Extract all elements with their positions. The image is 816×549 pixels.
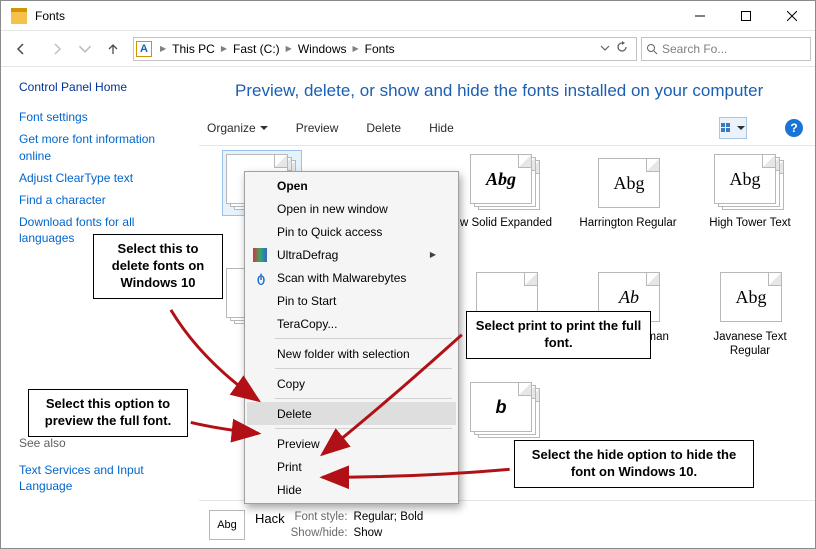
ctx-print[interactable]: Print [247, 455, 456, 478]
maximize-button[interactable] [723, 1, 769, 31]
sidebar-link-cleartype[interactable]: Adjust ClearType text [19, 170, 187, 186]
toolbar-hide[interactable]: Hide [429, 121, 454, 135]
details-style-label: Font style: [291, 511, 348, 526]
callout-hide: Select the hide option to hide the font … [514, 440, 754, 488]
ctx-hide[interactable]: Hide [247, 478, 456, 501]
sidebar-link-font-settings[interactable]: Font settings [19, 109, 187, 125]
callout-print: Select print to print the full font. [466, 311, 651, 359]
window-icon [11, 8, 27, 24]
chevron-icon[interactable]: ▶ [284, 44, 294, 53]
ctx-pin-quick[interactable]: Pin to Quick access [247, 220, 456, 243]
details-font-name: Hack [255, 511, 285, 526]
organize-menu[interactable]: Organize [207, 121, 268, 135]
window-title: Fonts [35, 9, 65, 23]
sidebar-link-text-services[interactable]: Text Services and Input Language [19, 462, 187, 494]
chevron-icon[interactable]: ▶ [351, 44, 361, 53]
chevron-down-icon [260, 124, 268, 132]
minimize-button[interactable] [677, 1, 723, 31]
up-button[interactable] [97, 35, 129, 63]
crumb-drive[interactable]: Fast (C:) [229, 42, 284, 56]
close-button[interactable] [769, 1, 815, 31]
ctx-copy[interactable]: Copy [247, 372, 456, 395]
ctx-open[interactable]: Open [247, 174, 456, 197]
title-bar: Fonts [1, 1, 815, 31]
font-item-javanese[interactable]: Abg Javanese Text Regular [695, 268, 805, 360]
sidebar-link-find-character[interactable]: Find a character [19, 192, 187, 208]
address-row: A ▶ This PC ▶ Fast (C:) ▶ Windows ▶ Font… [1, 31, 815, 67]
breadcrumb[interactable]: A ▶ This PC ▶ Fast (C:) ▶ Windows ▶ Font… [133, 37, 637, 61]
context-menu: Open Open in new window Pin to Quick acc… [244, 171, 459, 504]
ctx-new-folder-selection[interactable]: New folder with selection [247, 342, 456, 365]
crumb-fonts[interactable]: Fonts [361, 42, 399, 56]
ultradefrag-icon [253, 248, 267, 262]
ctx-delete[interactable]: Delete [247, 402, 456, 425]
details-show-value: Show [354, 527, 424, 539]
view-options-button[interactable] [719, 117, 747, 139]
font-item-harrington[interactable]: Abg Harrington Regular [573, 154, 683, 246]
search-input[interactable]: Search Fo... [641, 37, 811, 61]
details-show-label: Show/hide: [291, 527, 348, 539]
font-item[interactable]: Abg w Solid Expanded [451, 154, 561, 246]
ctx-open-new-window[interactable]: Open in new window [247, 197, 456, 220]
refresh-icon[interactable] [616, 41, 628, 56]
help-button[interactable]: ? [785, 119, 803, 137]
page-title: Preview, delete, or show and hide the fo… [199, 67, 815, 115]
crumb-thispc[interactable]: This PC [168, 42, 219, 56]
font-item[interactable]: b [451, 382, 561, 444]
font-item-hightower[interactable]: Abg High Tower Text [695, 154, 805, 246]
search-icon [646, 43, 658, 55]
recent-locations-button[interactable] [77, 35, 93, 63]
sidebar-link-more-info[interactable]: Get more font information online [19, 131, 187, 163]
callout-delete: Select this to delete fonts on Windows 1… [93, 234, 223, 299]
details-thumbnail: Abg [209, 510, 245, 540]
fonts-folder-icon: A [136, 41, 152, 57]
ctx-pin-start[interactable]: Pin to Start [247, 289, 456, 312]
malwarebytes-icon: ტ [253, 270, 269, 286]
details-pane: Abg Hack Font style: Regular; Bold Show/… [199, 500, 815, 548]
ctx-ultradefrag[interactable]: UltraDefrag▶ [247, 243, 456, 266]
ctx-teracopy[interactable]: TeraCopy... [247, 312, 456, 335]
search-placeholder: Search Fo... [662, 42, 727, 56]
toolbar-preview[interactable]: Preview [296, 121, 339, 135]
back-button[interactable] [5, 35, 37, 63]
command-bar: Organize Preview Delete Hide ? [199, 115, 815, 146]
chevron-right-icon: ▶ [430, 250, 436, 259]
toolbar-delete[interactable]: Delete [366, 121, 401, 135]
see-also-label: See also [19, 436, 187, 450]
details-style-value: Regular; Bold [354, 511, 424, 526]
callout-preview: Select this option to preview the full f… [28, 389, 188, 437]
control-panel-home-link[interactable]: Control Panel Home [19, 79, 187, 95]
chevron-down-icon [737, 124, 745, 132]
chevron-icon[interactable]: ▶ [219, 44, 229, 53]
crumb-windows[interactable]: Windows [294, 42, 351, 56]
chevron-icon[interactable]: ▶ [158, 44, 168, 53]
address-dropdown-icon[interactable] [600, 42, 610, 56]
ctx-preview[interactable]: Preview [247, 432, 456, 455]
ctx-scan-malwarebytes[interactable]: ტ Scan with Malwarebytes [247, 266, 456, 289]
forward-button[interactable] [41, 35, 73, 63]
